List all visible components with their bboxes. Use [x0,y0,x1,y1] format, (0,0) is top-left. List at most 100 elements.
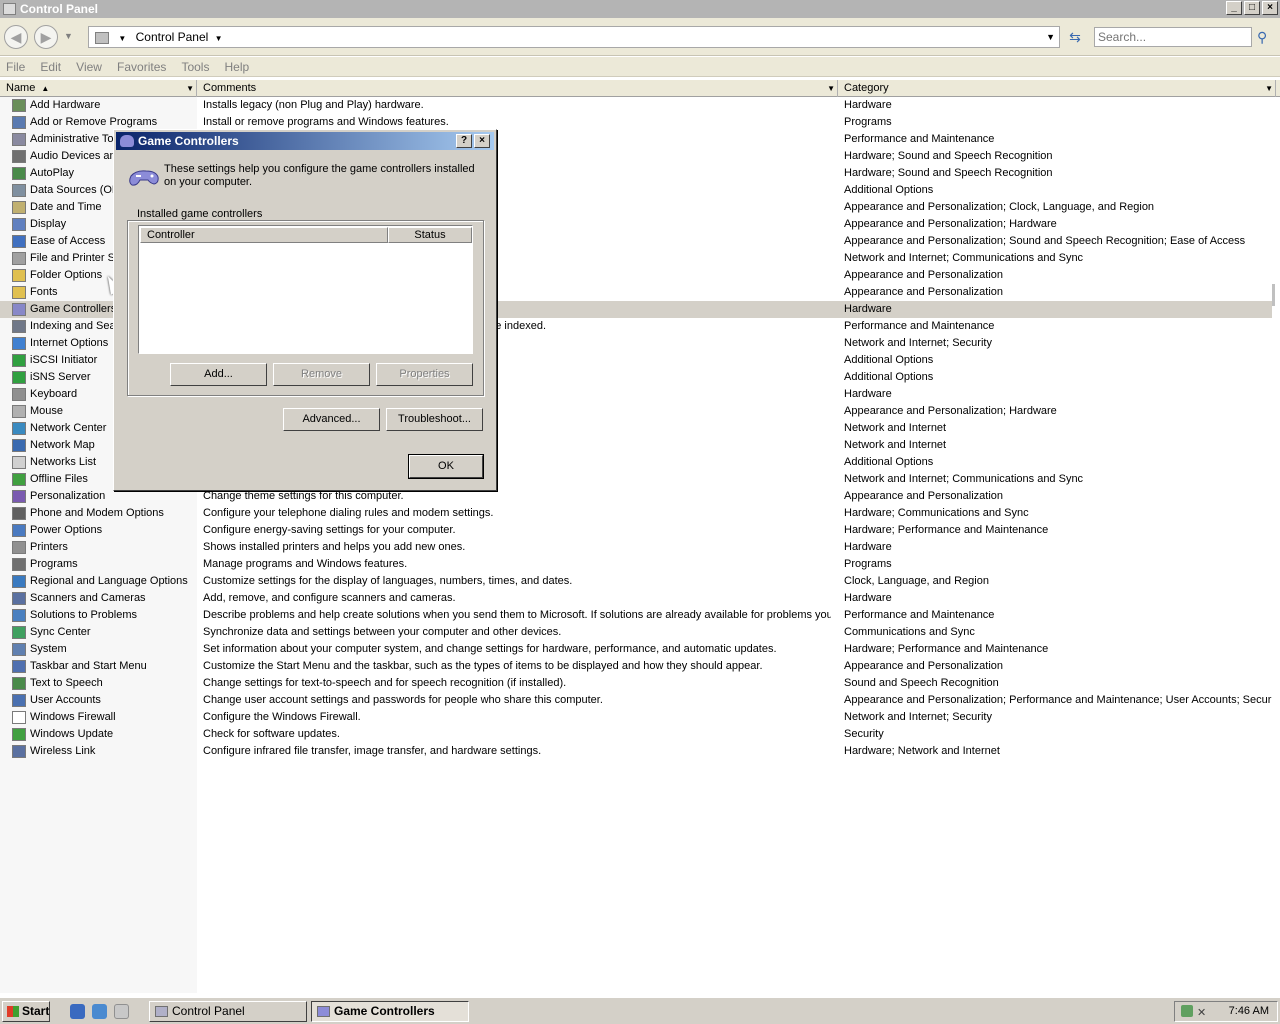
internet-explorer-icon[interactable] [70,1004,85,1019]
menu-edit[interactable]: Edit [34,57,67,77]
column-header-controller[interactable]: Controller [140,227,388,243]
controllers-listview[interactable]: Controller Status [138,225,473,354]
item-icon [12,660,26,673]
list-item[interactable]: Power Options Configure energy-saving set… [0,522,1272,539]
item-category: Hardware [844,592,892,604]
properties-button[interactable]: Properties [376,363,473,386]
list-item[interactable]: Wireless Link Configure infrared file tra… [0,743,1272,760]
item-category: Appearance and Personalization; Hardware [844,218,1057,230]
volume-icon[interactable]: ✕ [1197,1004,1206,1023]
menu-bar: File Edit View Favorites Tools Help [0,57,1280,77]
list-item[interactable]: System Set information about your compute… [0,641,1272,658]
item-category: Sound and Speech Recognition [844,677,999,689]
add-button[interactable]: Add... [170,363,267,386]
item-icon [12,609,26,622]
list-item[interactable]: Printers Shows installed printers and hel… [0,539,1272,556]
menu-favorites[interactable]: Favorites [111,57,172,77]
taskbar-item-game-controllers[interactable]: Game Controllers [311,1001,469,1022]
list-item[interactable]: Solutions to Problems Describe problems a… [0,607,1272,624]
ok-button[interactable]: OK [409,455,483,478]
refresh-icon[interactable]: ⇆ [1066,28,1084,46]
item-icon [12,303,26,316]
list-item[interactable]: User Accounts Change user account setting… [0,692,1272,709]
item-category: Hardware [844,99,892,111]
item-comment: Installs legacy (non Plug and Play) hard… [203,99,424,111]
item-icon [12,643,26,656]
forward-button[interactable]: ▶ [34,25,58,49]
maximize-button[interactable]: □ [1244,1,1260,15]
menu-help[interactable]: Help [219,57,256,77]
column-header-name[interactable]: Name ▲ ▼ [0,80,197,97]
item-comment: Synchronize data and settings between yo… [203,626,562,638]
recent-pages-dropdown-icon[interactable]: ▼ [64,31,73,41]
taskbar: Start Control Panel Game Controllers ✕ 7… [0,997,1280,1024]
troubleshoot-button[interactable]: Troubleshoot... [386,408,483,431]
back-button[interactable]: ◀ [4,25,28,49]
item-icon [12,558,26,571]
chevron-down-icon[interactable]: ▼ [215,34,223,43]
clock[interactable]: 7:46 AM [1229,1005,1269,1017]
item-icon [12,694,26,707]
item-category: Clock, Language, and Region [844,575,989,587]
help-button[interactable]: ? [456,134,472,148]
search-input[interactable] [1094,27,1252,47]
column-header-status[interactable]: Status [388,227,472,243]
chevron-down-icon[interactable]: ▼ [118,34,126,43]
list-item[interactable]: Windows Firewall Configure the Windows Fi… [0,709,1272,726]
windows-logo-icon [7,1006,19,1017]
item-icon [12,507,26,520]
list-item[interactable]: Add Hardware Installs legacy (non Plug an… [0,97,1272,114]
dialog-close-button[interactable]: × [474,134,490,148]
item-name: System [30,643,67,655]
breadcrumb-control-panel[interactable]: Control Panel [136,30,209,44]
list-item[interactable]: Programs Manage programs and Windows feat… [0,556,1272,573]
chevron-down-icon[interactable]: ▼ [1265,80,1273,97]
column-header-comments[interactable]: Comments ▼ [197,80,838,97]
list-item[interactable]: Sync Center Synchronize data and settings… [0,624,1272,641]
menu-tools[interactable]: Tools [175,57,215,77]
taskbar-item-control-panel[interactable]: Control Panel [149,1001,307,1022]
list-item[interactable]: Phone and Modem Options Configure your te… [0,505,1272,522]
search-icon[interactable]: ⚲ [1257,29,1273,45]
item-name: Power Options [30,524,103,536]
start-button[interactable]: Start [2,1001,50,1022]
chevron-down-icon[interactable]: ▼ [827,80,835,97]
item-icon [12,150,26,163]
scrollbar[interactable] [1272,284,1275,306]
quick-launch-icon[interactable] [92,1004,107,1019]
control-panel-icon [155,1006,168,1017]
chevron-down-icon[interactable]: ▼ [186,80,194,97]
item-name: Phone and Modem Options [30,507,164,519]
folder-icon [95,31,109,44]
item-category: Hardware; Sound and Speech Recognition [844,167,1053,179]
item-name: Windows Firewall [30,711,116,723]
list-item[interactable]: Text to Speech Change settings for text-t… [0,675,1272,692]
list-item[interactable]: Regional and Language Options Customize s… [0,573,1272,590]
item-category: Appearance and Personalization [844,286,1004,298]
game-controllers-dialog: Game Controllers ? × These settings help… [113,129,497,491]
close-button[interactable]: × [1262,1,1278,15]
list-item[interactable]: Taskbar and Start Menu Customize the Star… [0,658,1272,675]
item-category: Appearance and Personalization [844,490,1004,502]
list-item[interactable]: Scanners and Cameras Add, remove, and con… [0,590,1272,607]
menu-view[interactable]: View [70,57,108,77]
item-name: Programs [30,558,78,570]
item-icon [12,626,26,639]
list-item[interactable]: Windows Update Check for software updates… [0,726,1272,743]
menu-file[interactable]: File [0,57,31,77]
item-category: Appearance and Personalization [844,269,1004,281]
advanced-button[interactable]: Advanced... [283,408,380,431]
column-header-category[interactable]: Category ▼ [838,80,1276,97]
breadcrumb[interactable]: ▼ Control Panel ▼ ▼ [88,26,1060,48]
item-category: Hardware; Performance and Maintenance [844,524,1049,536]
item-category: Appearance and Personalization; Hardware [844,405,1057,417]
item-category: Appearance and Personalization; Performa… [844,694,1272,706]
item-icon [12,218,26,231]
show-desktop-icon[interactable] [114,1004,129,1019]
network-icon[interactable] [1181,1005,1193,1017]
item-name: Printers [30,541,68,553]
address-dropdown-icon[interactable]: ▼ [1046,27,1055,47]
item-category: Hardware; Communications and Sync [844,507,1029,519]
minimize-button[interactable]: _ [1226,1,1242,15]
remove-button[interactable]: Remove [273,363,370,386]
